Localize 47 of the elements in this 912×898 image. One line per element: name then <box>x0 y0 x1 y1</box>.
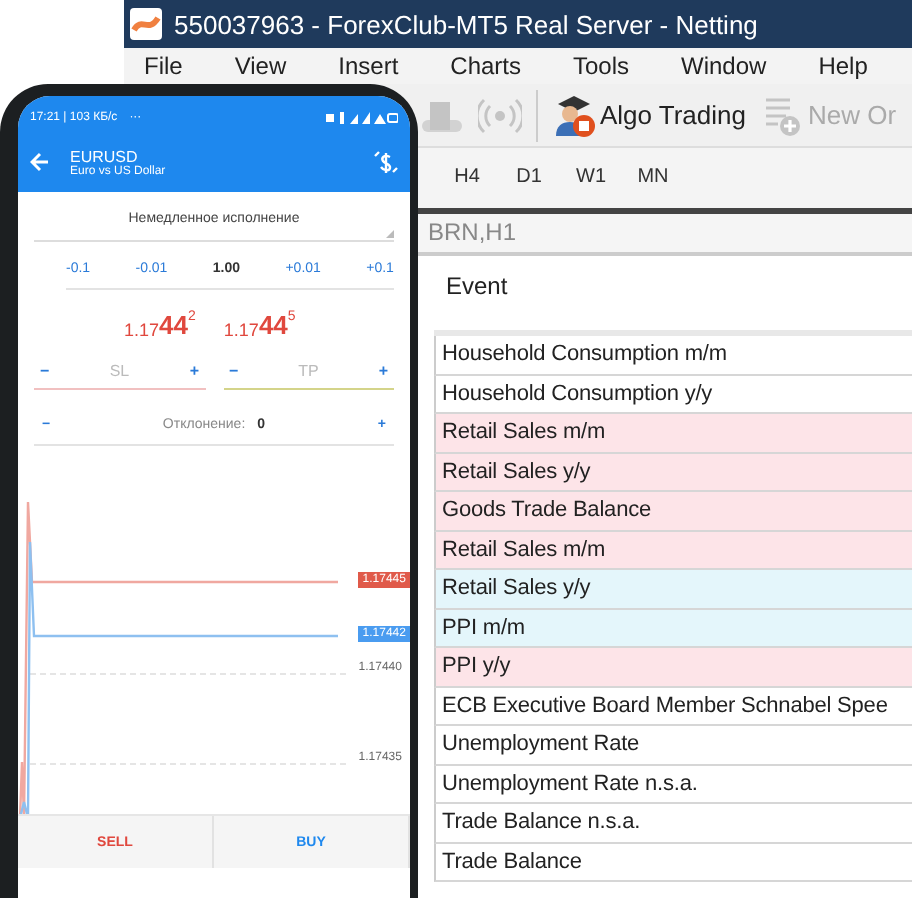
menu-item[interactable]: Charts <box>450 52 521 80</box>
window-title: 550037963 - ForexClub-MT5 Real Server - Netting <box>174 9 758 39</box>
back-arrow-icon[interactable] <box>30 152 50 172</box>
menu-item[interactable]: Help <box>818 52 868 80</box>
table-cell: Trade Balance n.s.a. <box>434 804 912 843</box>
menu-item[interactable]: File <box>144 52 183 80</box>
dropdown-corner-icon <box>386 230 394 238</box>
menu-item[interactable]: View <box>234 52 287 80</box>
table-cell: Retail Sales m/m <box>434 531 912 570</box>
column-header[interactable]: Event <box>446 272 508 300</box>
level-field[interactable]: − TP + <box>223 362 394 390</box>
signal-icon <box>478 95 522 135</box>
table-cell: PPI m/m <box>434 609 912 648</box>
exchange-icon[interactable] <box>374 150 398 174</box>
timeframe-button[interactable]: MN <box>622 148 684 208</box>
minus-button[interactable]: − <box>229 362 239 380</box>
table-cell: Retail Sales y/y <box>434 570 912 609</box>
symbol-name: EURUSD <box>70 147 140 165</box>
table-cell: Household Consumption m/m <box>434 336 912 375</box>
minus-button[interactable]: − <box>40 362 50 380</box>
table-cell: PPI y/y <box>434 648 912 687</box>
status-icons <box>326 111 398 123</box>
table-cell: ECB Executive Board Member Schnabel Spee <box>434 687 912 726</box>
table-cell: Trade Balance <box>434 843 912 882</box>
plus-button[interactable]: + <box>189 362 199 380</box>
timeframe-button[interactable]: D1 <box>498 148 560 208</box>
level-field[interactable]: − SL + <box>34 362 205 390</box>
table-cell: Goods Trade Balance <box>434 492 912 531</box>
price-quote: 1.1744$^{2}$ <box>124 309 196 339</box>
robot-stop-icon <box>552 93 596 137</box>
field-label: SL <box>109 362 130 380</box>
menu-item[interactable]: Insert <box>338 52 399 80</box>
menu-item[interactable]: Window <box>681 52 767 80</box>
field-label: TP <box>298 362 319 380</box>
table-cell: Unemployment Rate <box>434 726 912 765</box>
new-order-icon <box>760 93 804 137</box>
toolbar-button[interactable]: Algo Trading <box>552 93 746 137</box>
table-cell: Retail Sales y/y <box>434 453 912 492</box>
table-cell: Household Consumption y/y <box>434 375 912 414</box>
table-cell: Unemployment Rate n.s.a. <box>434 765 912 804</box>
plus-button[interactable]: + <box>378 362 388 380</box>
app-logo-icon <box>130 8 162 40</box>
timeframe-button[interactable]: H4 <box>436 148 498 208</box>
menu-item[interactable]: Tools <box>573 52 630 80</box>
timeframe-button[interactable]: W1 <box>560 148 622 208</box>
table-cell: Retail Sales m/m <box>434 414 912 453</box>
price-quote: 1.1744$^{5}$ <box>223 309 296 339</box>
